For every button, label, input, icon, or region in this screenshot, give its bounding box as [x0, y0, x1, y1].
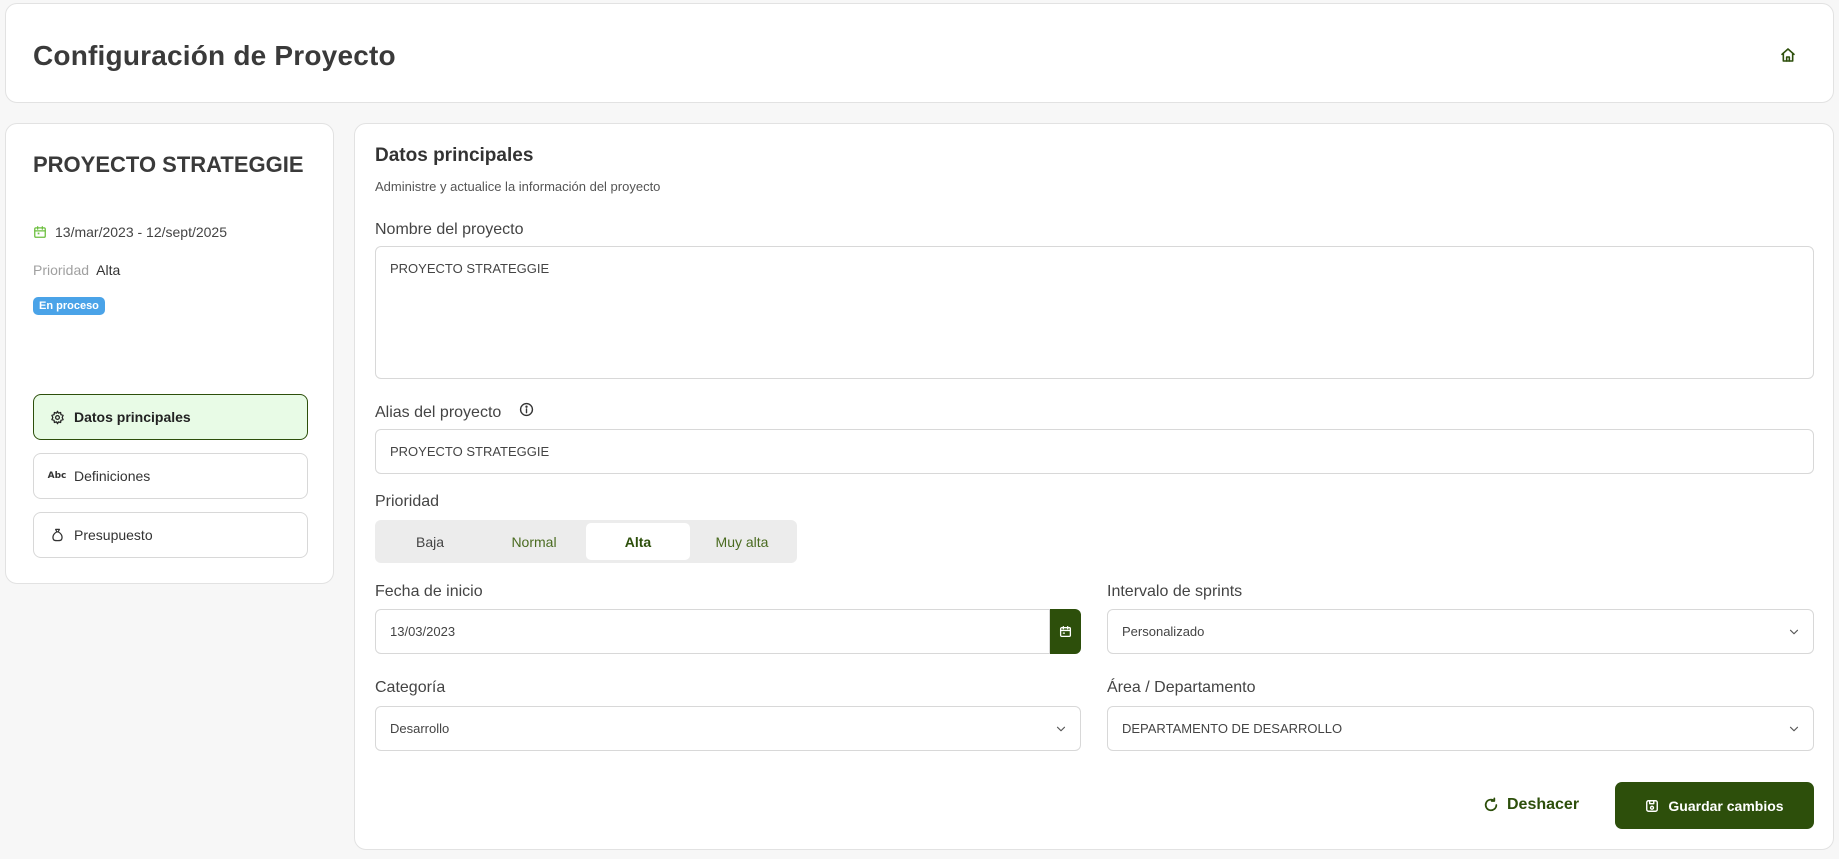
priority-option-alta[interactable]: Alta: [586, 523, 690, 560]
area-value: DEPARTAMENTO DE DESARROLLO: [1122, 721, 1343, 736]
sidebar-item-label: Definiciones: [74, 468, 151, 484]
sidebar-item-datos-principales[interactable]: Datos principales: [33, 394, 308, 440]
category-label: Categoría: [375, 679, 446, 696]
project-date-range: 13/mar/2023 - 12/sept/2025: [33, 224, 227, 240]
area-select[interactable]: DEPARTAMENTO DE DESARROLLO: [1107, 706, 1814, 751]
page-title: Configuración de Proyecto: [33, 40, 396, 71]
category-select[interactable]: Desarrollo: [375, 706, 1081, 751]
start-date-field[interactable]: [375, 609, 1050, 654]
calendar-icon: [34, 226, 46, 238]
project-alias-label: Alias del proyecto: [375, 404, 502, 421]
priority-option-muy-alta[interactable]: Muy alta: [690, 523, 794, 560]
save-icon: [1646, 799, 1659, 812]
date-picker-button[interactable]: [1050, 609, 1081, 654]
sprint-interval-label: Intervalo de sprints: [1107, 583, 1243, 600]
priority-option-baja[interactable]: Baja: [378, 523, 482, 560]
status-badge: En proceso: [33, 297, 105, 315]
chevron-down-icon: [1789, 726, 1799, 731]
priority-option-normal[interactable]: Normal: [482, 523, 586, 560]
section-subtitle: Administre y actualice la información de…: [375, 179, 661, 194]
project-name: PROYECTO STRATEGGIE: [33, 152, 304, 177]
start-date-label: Fecha de inicio: [375, 583, 483, 600]
sidebar-item-definiciones[interactable]: Abc Definiciones: [33, 453, 308, 499]
home-button[interactable]: [1777, 44, 1799, 66]
undo-label: Deshacer: [1507, 796, 1580, 813]
section-title: Datos principales: [375, 145, 534, 166]
sprint-interval-value: Personalizado: [1122, 624, 1205, 639]
save-label: Guardar cambios: [1668, 797, 1784, 814]
area-label: Área / Departamento: [1107, 679, 1256, 696]
priority-selector: Baja Normal Alta Muy alta: [375, 520, 797, 563]
priority-label: Prioridad: [33, 262, 90, 278]
priority-label: Prioridad: [375, 493, 440, 510]
gear-icon: [48, 408, 66, 426]
calendar-icon: [1059, 625, 1072, 638]
home-icon: [1781, 48, 1795, 62]
project-name-label: Nombre del proyecto: [375, 221, 524, 238]
chevron-down-icon: [1789, 629, 1799, 634]
money-bag-icon: [48, 526, 66, 544]
project-name-field[interactable]: PROYECTO STRATEGGIE: [375, 246, 1814, 379]
info-icon[interactable]: [519, 402, 534, 422]
undo-icon: [1484, 797, 1498, 812]
project-alias-field[interactable]: [375, 429, 1814, 474]
save-changes-button[interactable]: Guardar cambios: [1615, 782, 1814, 829]
sprint-interval-select[interactable]: Personalizado: [1107, 609, 1814, 654]
sidebar-item-presupuesto[interactable]: Presupuesto: [33, 512, 308, 558]
chevron-down-icon: [1056, 726, 1066, 731]
project-priority: Prioridad Alta: [33, 262, 120, 278]
category-value: Desarrollo: [390, 721, 450, 736]
abc-icon: Abc: [47, 471, 67, 481]
main-form-panel: Datos principales Administre y actualice…: [354, 123, 1834, 850]
page-header: Configuración de Proyecto: [5, 3, 1834, 103]
project-sidebar: PROYECTO STRATEGGIE 13/mar/2023 - 12/sep…: [5, 123, 334, 584]
sidebar-item-label: Datos principales: [74, 409, 191, 425]
priority-value: Alta: [96, 262, 121, 278]
date-range-text: 13/mar/2023 - 12/sept/2025: [55, 224, 228, 240]
sidebar-item-label: Presupuesto: [74, 527, 153, 543]
undo-button[interactable]: Deshacer: [1483, 796, 1579, 814]
